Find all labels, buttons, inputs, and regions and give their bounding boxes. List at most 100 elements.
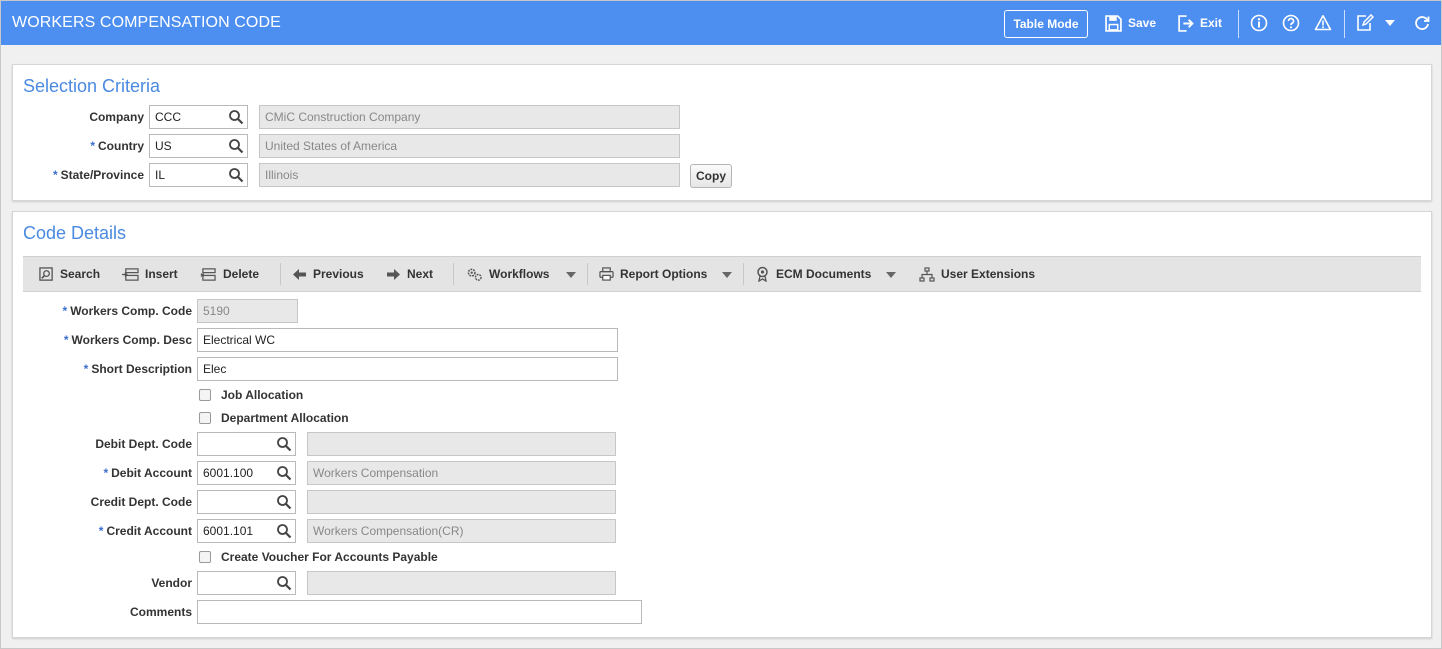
report-options-label: Report Options xyxy=(620,267,708,281)
previous-label: Previous xyxy=(313,267,364,281)
company-lov xyxy=(149,105,248,129)
ecm-documents-button[interactable]: ECM Documents xyxy=(755,257,871,291)
help-icon[interactable] xyxy=(1282,14,1300,32)
printer-icon xyxy=(599,267,614,281)
debit-dept-description xyxy=(307,432,616,456)
comments-input[interactable] xyxy=(197,600,642,624)
copy-button[interactable]: Copy xyxy=(690,164,732,188)
exit-button[interactable]: Exit xyxy=(1177,1,1222,45)
table-mode-button[interactable]: Table Mode xyxy=(1004,10,1088,38)
chevron-down-icon[interactable] xyxy=(1384,18,1396,28)
exit-label: Exit xyxy=(1200,16,1223,30)
short-desc-label: * Short Description xyxy=(83,362,192,376)
info-icon[interactable] xyxy=(1250,14,1268,32)
dept-allocation-label: Department Allocation xyxy=(221,411,349,425)
workflows-button[interactable]: Workflows xyxy=(466,257,549,291)
state-description xyxy=(259,163,680,187)
hierarchy-icon xyxy=(919,266,935,282)
insert-label: Insert xyxy=(145,267,178,281)
search-icon[interactable] xyxy=(228,138,244,154)
vendor-label: Vendor xyxy=(151,576,192,590)
header-divider xyxy=(1344,10,1345,38)
state-label: * State/Province xyxy=(52,168,144,182)
search-icon[interactable] xyxy=(276,436,292,452)
debit-account-lov xyxy=(197,461,296,485)
search-icon[interactable] xyxy=(276,523,292,539)
vendor-lov xyxy=(197,571,296,595)
toolbar-divider xyxy=(743,263,744,285)
credit-dept-lov xyxy=(197,490,296,514)
block-toolbar: Search Insert Delete Previous Next Workf… xyxy=(23,256,1421,292)
create-voucher-checkbox[interactable] xyxy=(199,551,211,563)
credit-account-description xyxy=(307,519,616,543)
refresh-icon[interactable] xyxy=(1413,14,1431,32)
debit-dept-lov xyxy=(197,432,296,456)
insert-icon xyxy=(122,267,139,281)
user-extensions-button[interactable]: User Extensions xyxy=(919,257,1035,291)
app-header: WORKERS COMPENSATION CODE Table Mode Sav… xyxy=(1,1,1441,45)
wc-code-input xyxy=(197,299,298,323)
user-extensions-label: User Extensions xyxy=(941,267,1036,281)
search-icon[interactable] xyxy=(228,167,244,183)
exit-icon xyxy=(1178,14,1194,32)
toolbar-divider xyxy=(587,263,588,285)
delete-button[interactable]: Delete xyxy=(200,257,259,291)
search-icon[interactable] xyxy=(276,494,292,510)
short-desc-input[interactable] xyxy=(197,357,618,381)
dept-allocation-checkbox[interactable] xyxy=(199,412,211,424)
toolbar-divider xyxy=(453,263,454,285)
chevron-down-icon[interactable] xyxy=(886,272,896,278)
report-options-button[interactable]: Report Options xyxy=(599,257,707,291)
header-divider xyxy=(1238,10,1239,38)
search-icon[interactable] xyxy=(276,465,292,481)
create-voucher-label: Create Voucher For Accounts Payable xyxy=(221,550,438,564)
ecm-icon xyxy=(757,266,768,282)
toolbar-divider xyxy=(280,263,281,285)
country-label: * Country xyxy=(90,139,144,153)
selection-criteria-panel: Selection Criteria Company *Country *Sta… xyxy=(12,64,1432,201)
company-description xyxy=(259,105,680,129)
warning-icon[interactable] xyxy=(1314,14,1332,32)
vendor-description xyxy=(307,571,616,595)
next-label: Next xyxy=(407,267,434,281)
gears-icon xyxy=(467,268,482,281)
next-button[interactable]: Next xyxy=(386,257,433,291)
edit-icon[interactable] xyxy=(1356,14,1374,32)
page-title: WORKERS COMPENSATION CODE xyxy=(12,14,281,31)
delete-label: Delete xyxy=(223,267,260,281)
create-voucher-row: Create Voucher For Accounts Payable xyxy=(199,550,438,564)
arrow-left-icon xyxy=(293,268,306,280)
wc-desc-label: * Workers Comp. Desc xyxy=(63,333,192,347)
state-lov xyxy=(149,163,248,187)
arrow-right-icon xyxy=(387,268,400,280)
credit-account-lov xyxy=(197,519,296,543)
wc-desc-input[interactable] xyxy=(197,328,618,352)
search-icon[interactable] xyxy=(276,575,292,591)
workflows-label: Workflows xyxy=(489,267,550,281)
search-button[interactable]: Search xyxy=(39,257,100,291)
credit-account-label: * Credit Account xyxy=(98,524,192,538)
save-button[interactable]: Save xyxy=(1105,1,1156,45)
chevron-down-icon[interactable] xyxy=(722,272,732,278)
previous-button[interactable]: Previous xyxy=(292,257,364,291)
dept-allocation-row: Department Allocation xyxy=(199,411,349,425)
chevron-down-icon[interactable] xyxy=(566,272,576,278)
job-allocation-checkbox[interactable] xyxy=(199,389,211,401)
ecm-documents-label: ECM Documents xyxy=(776,267,872,281)
insert-button[interactable]: Insert xyxy=(122,257,178,291)
code-details-title: Code Details xyxy=(23,223,127,243)
credit-dept-description xyxy=(307,490,616,514)
debit-account-description xyxy=(307,461,616,485)
search-icon[interactable] xyxy=(228,109,244,125)
debit-dept-label: Debit Dept. Code xyxy=(95,437,192,451)
code-details-panel: Code Details Search Insert Delete Previo… xyxy=(12,211,1432,638)
company-label: Company xyxy=(89,110,144,124)
debit-account-label: * Debit Account xyxy=(103,466,192,480)
credit-dept-label: Credit Dept. Code xyxy=(90,495,192,509)
job-allocation-row: Job Allocation xyxy=(199,388,303,402)
job-allocation-label: Job Allocation xyxy=(221,388,304,402)
wc-code-label: * Workers Comp. Code xyxy=(62,304,192,318)
save-icon xyxy=(1105,14,1122,32)
comments-label: Comments xyxy=(129,605,192,619)
save-label: Save xyxy=(1128,16,1157,30)
